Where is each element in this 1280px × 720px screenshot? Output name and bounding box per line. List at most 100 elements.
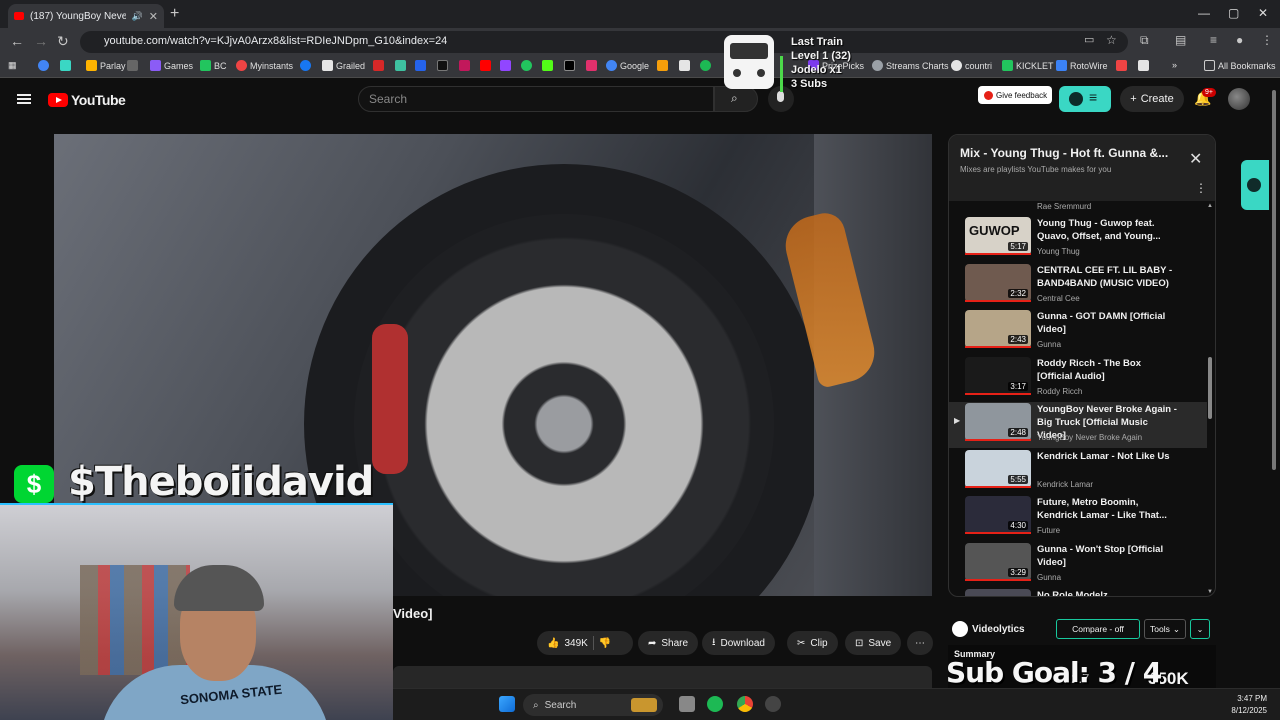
all-bookmarks[interactable]: All Bookmarks — [1204, 60, 1276, 71]
playlist-item[interactable]: ▶ 2:48 YoungBoy Never Broke Again - Big Tr… — [949, 402, 1207, 448]
cast-icon[interactable]: ▭ — [1084, 33, 1094, 46]
search-input[interactable]: Search — [358, 86, 714, 112]
clock[interactable]: 3:47 PM 8/12/2025 — [1207, 693, 1267, 717]
menu-icon[interactable] — [17, 94, 31, 104]
playlist-scroll-thumb[interactable] — [1208, 357, 1212, 419]
bookmark-rotowire[interactable]: RotoWire — [1056, 60, 1108, 71]
bookmark-kicklet[interactable]: KICKLET — [1002, 60, 1054, 71]
bookmark-myinstants[interactable]: Myinstants — [236, 60, 293, 71]
windows-start-icon[interactable] — [499, 696, 515, 712]
bookmark-parlay[interactable]: Parlay — [86, 60, 126, 71]
clip-button[interactable]: ✂ Clip — [787, 631, 838, 655]
thumbs-down-icon[interactable]: 👎 — [599, 638, 611, 649]
video-duration: 5:55 — [1008, 474, 1028, 484]
reload-button[interactable]: ↻ — [57, 33, 69, 50]
new-tab-button[interactable]: + — [170, 5, 179, 23]
bookmark-icon-3[interactable] — [127, 60, 138, 71]
thumbs-up-icon[interactable]: 👍 — [547, 638, 559, 649]
page-scrollbar[interactable] — [1271, 80, 1277, 680]
bookmark-twitch-icon[interactable] — [500, 60, 511, 71]
scroll-up-icon[interactable]: ▲ — [1207, 203, 1213, 209]
profile-icon[interactable]: ● — [1236, 33, 1243, 47]
bookmark-icon-6[interactable] — [415, 60, 426, 71]
bookmark-facebook[interactable] — [300, 60, 311, 71]
bookmark-icon-4[interactable] — [373, 60, 384, 71]
bookmark-spotify-icon[interactable] — [700, 60, 711, 71]
chrome-icon[interactable] — [737, 696, 753, 712]
media-icon[interactable]: ≡ — [1210, 33, 1217, 47]
extension-side-tab[interactable] — [1241, 160, 1269, 210]
bookmark-play-icon[interactable] — [521, 60, 532, 71]
playlist-item[interactable]: GUWOP 5:17 Young Thug - Guwop feat. Quavo,… — [949, 216, 1207, 262]
more-actions-button[interactable]: ⋯ — [907, 631, 933, 655]
description-box[interactable] — [393, 666, 932, 688]
bookmark-star-icon[interactable]: ☆ — [1106, 33, 1117, 47]
scroll-down-icon[interactable]: ▼ — [1207, 589, 1213, 595]
playlist-scrollbar[interactable]: ▲ ▼ — [1207, 203, 1213, 595]
avatar[interactable] — [1228, 88, 1250, 110]
countri-icon — [951, 60, 962, 71]
url-field[interactable]: youtube.com/watch?v=KJjvA0Arzx8&list=RDI… — [80, 31, 1128, 53]
spotify-icon[interactable] — [707, 696, 723, 712]
bookmark-x-icon[interactable] — [564, 60, 575, 71]
compare-toggle[interactable]: Compare - off — [1056, 619, 1140, 639]
browser-tab[interactable]: (187) YoungBoy Never Bro 🔊 ✕ — [8, 4, 164, 28]
bookmark-icon-9[interactable] — [480, 60, 491, 71]
youtube-logo[interactable]: YouTube — [48, 92, 126, 108]
bookmark-icon-7[interactable] — [437, 60, 448, 71]
give-feedback-button[interactable]: Give feedback — [978, 86, 1052, 104]
close-window-button[interactable]: ✕ — [1258, 6, 1268, 20]
playlist-item[interactable]: 5:55 Kendrick Lamar - Not Like Us Kendrick… — [949, 449, 1207, 495]
back-button[interactable]: ← — [10, 33, 24, 49]
download-button[interactable]: ⭳ Download — [702, 631, 775, 655]
bookmark-bc[interactable]: BC — [200, 60, 227, 71]
bookmark-instagram-icon[interactable] — [586, 60, 597, 71]
task-view-icon[interactable] — [679, 696, 695, 712]
playlist-item[interactable]: 3:17 Roddy Ricch - The Box [Official Audi… — [949, 356, 1207, 402]
minimize-button[interactable]: — — [1198, 6, 1210, 20]
close-icon[interactable]: ✕ — [1189, 149, 1202, 169]
bookmark-icon-2[interactable] — [60, 60, 71, 71]
watched-progress-bar — [965, 578, 1031, 581]
bookmark-icon-12[interactable] — [1116, 60, 1127, 71]
maximize-button[interactable]: ▢ — [1228, 6, 1239, 20]
playlist-item[interactable]: 4:30 Future, Metro Boomin, Kendrick Lamar… — [949, 495, 1207, 541]
expand-button[interactable]: ⌄ — [1190, 619, 1210, 639]
playlist-item[interactable]: 2:32 CENTRAL CEE FT. LIL BABY - BAND4BAND… — [949, 263, 1207, 309]
playlist-title[interactable]: Mix - Young Thug - Hot ft. Gunna &... — [960, 146, 1168, 160]
apps-icon[interactable]: ▦ — [8, 60, 17, 71]
bookmark-streams-charts[interactable]: Streams Charts — [872, 60, 949, 71]
bookmark-icon-13[interactable] — [1138, 60, 1149, 71]
playlist-item[interactable]: 3:29 Gunna - Won't Stop [Official Video] G… — [949, 542, 1207, 588]
page-scroll-thumb[interactable] — [1272, 90, 1276, 470]
more-vertical-icon[interactable]: ⋮ — [1195, 181, 1207, 195]
bookmark-countri[interactable]: countri — [951, 60, 992, 71]
search-button[interactable]: ⌕ — [714, 86, 758, 112]
like-count[interactable]: 349K — [564, 638, 587, 649]
more-bookmarks-icon[interactable]: » — [1172, 60, 1177, 70]
sidepanel-icon[interactable]: ▤ — [1175, 33, 1186, 47]
bookmark-kick-icon[interactable] — [542, 60, 553, 71]
playlist-item[interactable]: 2:43 Gunna - GOT DAMN [Official Video] Gun… — [949, 309, 1207, 355]
bookmark-icon-11[interactable] — [679, 60, 690, 71]
bookmark-games[interactable]: Games — [150, 60, 193, 71]
browser-menu-icon[interactable]: ⋮ — [1261, 33, 1273, 47]
create-button[interactable]: + Create — [1120, 86, 1184, 112]
save-button[interactable]: ⊡ Save — [845, 631, 902, 655]
app-icon[interactable] — [765, 696, 781, 712]
close-tab-icon[interactable]: ✕ — [149, 10, 158, 23]
playlist-item[interactable]: No Role Modelz — [949, 588, 1207, 596]
bookmark-grailed[interactable]: Grailed — [322, 60, 365, 71]
tools-dropdown[interactable]: Tools ⌄ — [1144, 619, 1186, 639]
bookmark-icon-10[interactable] — [657, 60, 668, 71]
taskbar-search[interactable]: ⌕ Search — [523, 694, 663, 716]
bookmark-icon-1[interactable] — [38, 60, 49, 71]
extensions-icon[interactable]: ⧉ — [1140, 33, 1149, 48]
forward-button[interactable]: → — [34, 33, 48, 49]
speaker-icon[interactable]: 🔊 — [132, 11, 143, 22]
extension-toggle-button[interactable]: ≡ — [1059, 86, 1111, 112]
bookmark-google[interactable]: Google — [606, 60, 649, 71]
share-button[interactable]: ➦ Share — [638, 631, 699, 655]
bookmark-icon-5[interactable] — [395, 60, 406, 71]
bookmark-icon-8[interactable] — [459, 60, 470, 71]
